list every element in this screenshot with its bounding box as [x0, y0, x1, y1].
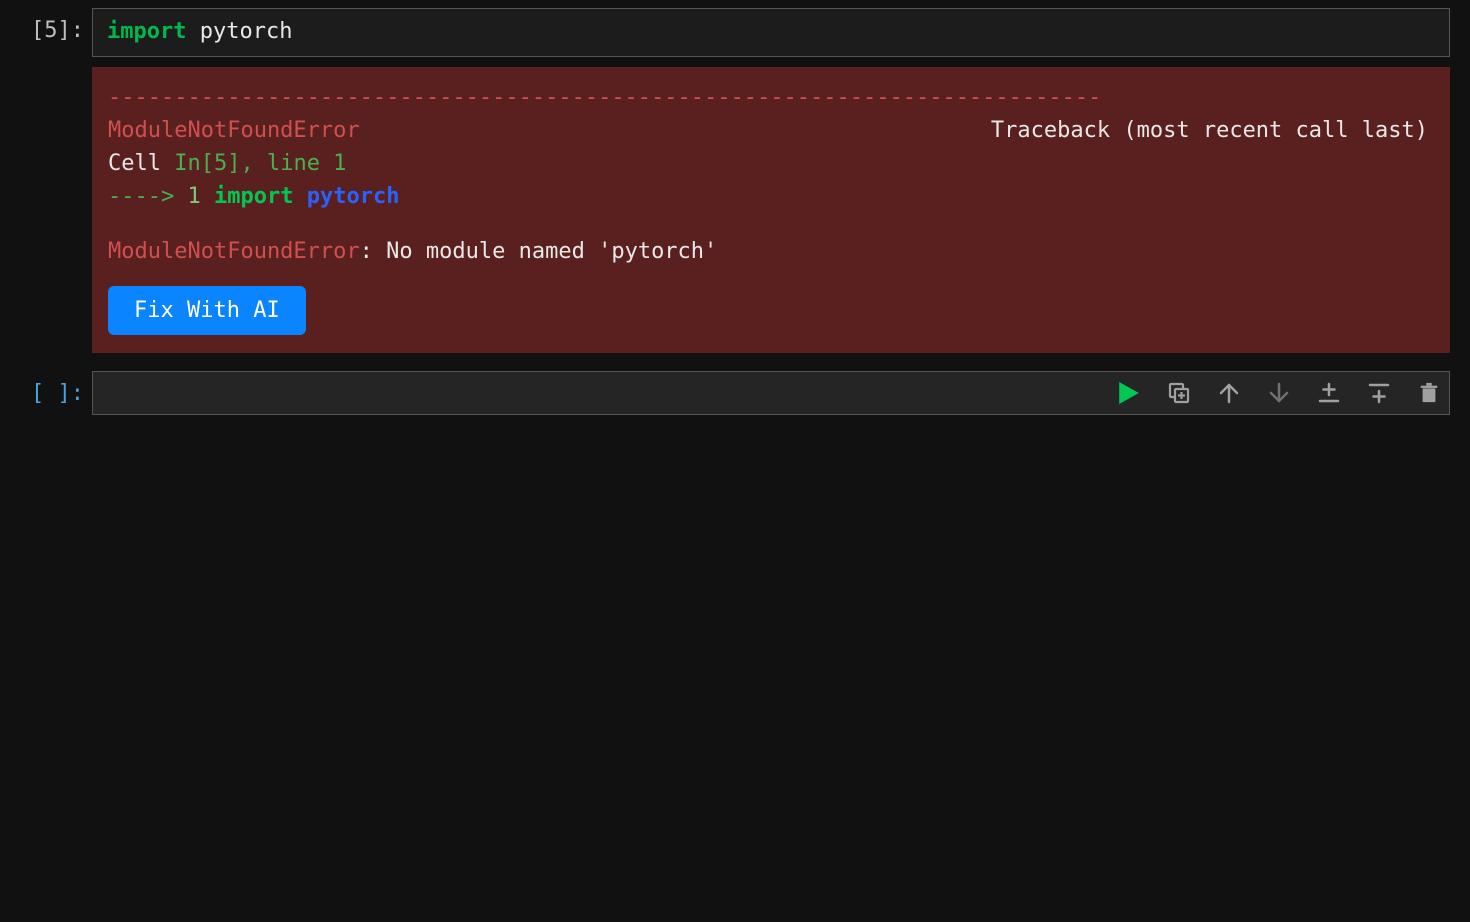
code-input[interactable]: import pytorch: [92, 8, 1450, 57]
code-cell-1: [5]: import pytorch: [0, 8, 1470, 57]
error-type: ModuleNotFoundError: [108, 114, 360, 147]
insert-below-icon[interactable]: [1367, 381, 1391, 405]
traceback-label: Traceback (most recent call last): [991, 114, 1434, 147]
cell-prompt: [5]:: [20, 8, 92, 43]
keyword-import: import: [107, 19, 186, 44]
module-name: pytorch: [200, 19, 293, 44]
code-cell-2: [ ]:: [0, 371, 1470, 415]
cell-prompt-empty: [ ]:: [20, 371, 92, 406]
run-icon[interactable]: [1117, 381, 1141, 405]
error-divider: ----------------------------------------…: [108, 81, 1434, 114]
keyword-import-err: import: [214, 184, 293, 209]
line-ref: , line 1: [240, 151, 346, 176]
delete-icon[interactable]: [1417, 381, 1441, 405]
cell-output-row: ----------------------------------------…: [0, 67, 1470, 353]
duplicate-icon[interactable]: [1167, 381, 1191, 405]
error-lineno: 1: [187, 184, 200, 209]
move-up-icon[interactable]: [1217, 381, 1241, 405]
code-text: [186, 19, 199, 44]
error-type-2: ModuleNotFoundError: [108, 239, 360, 264]
error-arrow: ---->: [108, 184, 187, 209]
insert-above-icon[interactable]: [1317, 381, 1341, 405]
code-input-empty[interactable]: [92, 371, 1450, 415]
move-down-icon[interactable]: [1267, 381, 1291, 405]
module-name-err: pytorch: [307, 184, 400, 209]
cell-label: Cell: [108, 151, 174, 176]
fix-with-ai-button[interactable]: Fix With AI: [108, 286, 306, 335]
in-ref: In[5]: [174, 151, 240, 176]
error-message: : No module named 'pytorch': [360, 239, 718, 264]
cell-toolbar: [1117, 381, 1441, 405]
error-output: ----------------------------------------…: [92, 67, 1450, 353]
